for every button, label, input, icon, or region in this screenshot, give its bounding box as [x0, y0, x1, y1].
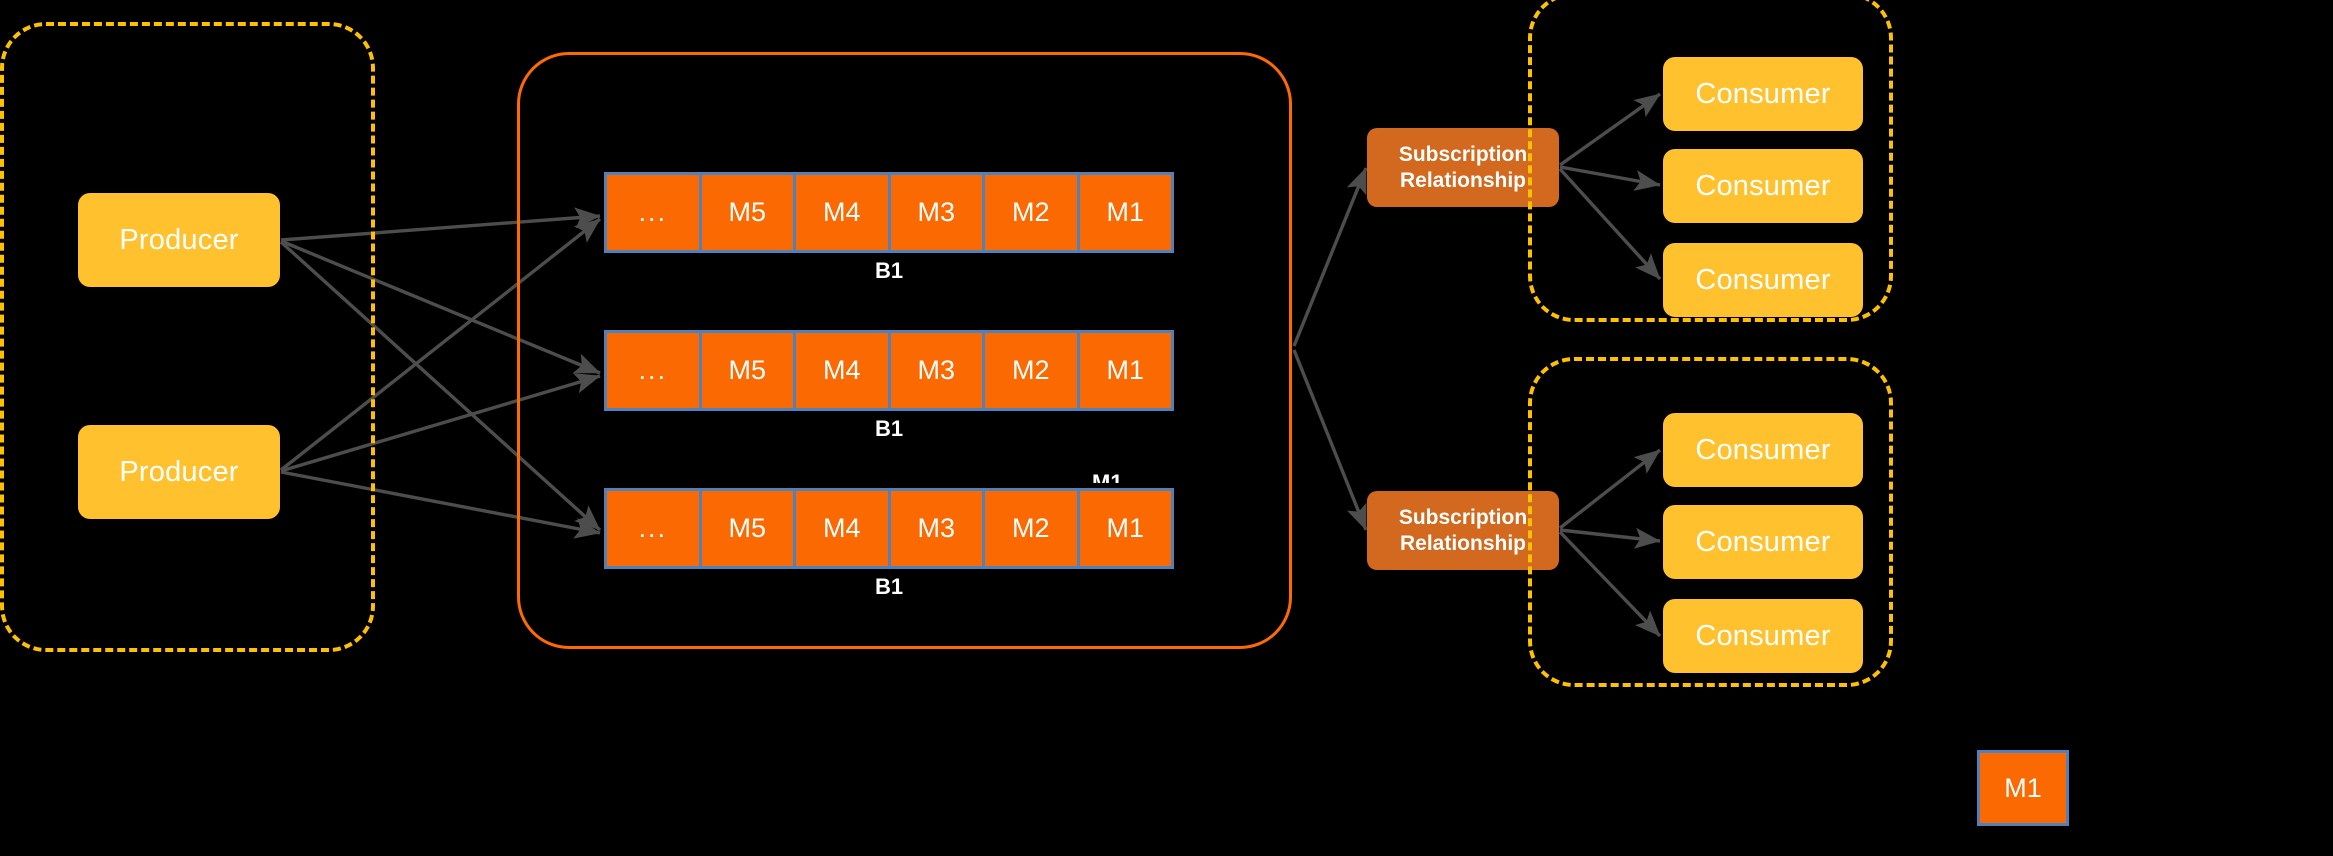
legend-message-label: M1	[2004, 772, 2042, 803]
consumer-label: Consumer	[1695, 263, 1831, 296]
producer-label: Producer	[119, 223, 239, 256]
consumer-node-1-1[interactable]: Consumer	[1663, 57, 1863, 131]
producer-label: Producer	[119, 455, 239, 488]
clipped-message-label: M1	[1092, 472, 1132, 483]
message-cell[interactable]: M2	[985, 333, 1080, 408]
subscription-label-line2: Relationship	[1399, 531, 1526, 555]
message-cell[interactable]: M1	[1079, 333, 1171, 408]
producer-group-boundary	[0, 22, 375, 652]
diagram-canvas: Producer Producer ... M5 M4 M3 M2 M1 B1 …	[0, 0, 2333, 856]
message-cell[interactable]: M4	[796, 491, 891, 566]
consumer-node-2-1[interactable]: Consumer	[1663, 413, 1863, 487]
producer-node-2[interactable]: Producer	[78, 425, 280, 519]
consumer-node-2-3[interactable]: Consumer	[1663, 599, 1863, 673]
consumer-label: Consumer	[1695, 619, 1831, 652]
message-queue-3[interactable]: ... M5 M4 M3 M2 M1	[604, 488, 1174, 569]
legend-message-block[interactable]: M1	[1977, 750, 2069, 826]
queue-label-2: B1	[874, 416, 904, 441]
consumer-label: Consumer	[1695, 433, 1831, 466]
message-cell[interactable]: M2	[985, 175, 1080, 250]
message-cell[interactable]: M3	[890, 333, 985, 408]
message-queue-1[interactable]: ... M5 M4 M3 M2 M1	[604, 172, 1174, 253]
subscription-label-line2: Relationship	[1399, 168, 1526, 192]
message-cell[interactable]: M1	[1079, 491, 1171, 566]
consumer-label: Consumer	[1695, 525, 1831, 558]
message-cell[interactable]: ...	[607, 175, 702, 250]
message-cell[interactable]: M4	[796, 175, 891, 250]
consumer-label: Consumer	[1695, 169, 1831, 202]
message-cell[interactable]: ...	[607, 491, 702, 566]
message-queue-2[interactable]: ... M5 M4 M3 M2 M1	[604, 330, 1174, 411]
message-cell[interactable]: M3	[890, 491, 985, 566]
consumer-label: Consumer	[1695, 77, 1831, 110]
message-cell[interactable]: ...	[607, 333, 702, 408]
subscription-label-line1: Subscription	[1398, 142, 1528, 166]
consumer-node-1-3[interactable]: Consumer	[1663, 243, 1863, 317]
message-cell[interactable]: M4	[796, 333, 891, 408]
producer-node-1[interactable]: Producer	[78, 193, 280, 287]
message-cell[interactable]: M5	[701, 175, 796, 250]
message-cell[interactable]: M2	[985, 491, 1080, 566]
consumer-node-2-2[interactable]: Consumer	[1663, 505, 1863, 579]
message-cell[interactable]: M5	[701, 333, 796, 408]
queue-label-3: B1	[874, 574, 904, 599]
message-cell[interactable]: M3	[890, 175, 985, 250]
subscription-label-line1: Subscription	[1398, 505, 1528, 529]
queue-label-1: B1	[874, 258, 904, 283]
consumer-node-1-2[interactable]: Consumer	[1663, 149, 1863, 223]
message-cell[interactable]: M1	[1079, 175, 1171, 250]
message-cell[interactable]: M5	[701, 491, 796, 566]
